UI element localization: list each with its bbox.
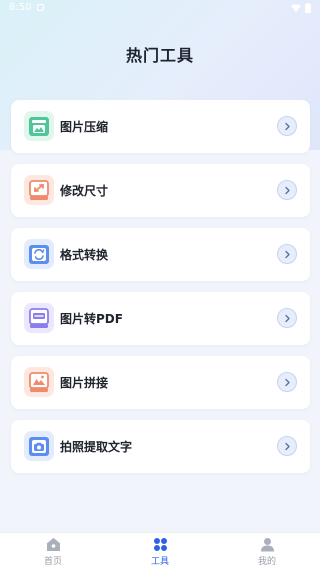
tool-label: 拍照提取文字 (60, 440, 133, 454)
tool-card-image-compress[interactable]: 图片压缩 (11, 100, 310, 153)
tool-label: 格式转换 (60, 248, 109, 262)
status-time: 8:50 (9, 2, 32, 13)
tool-label: 图片转PDF (60, 312, 123, 326)
photo-ocr-icon (24, 431, 54, 461)
tool-label: 修改尺寸 (60, 184, 109, 198)
tool-card-resize[interactable]: 修改尺寸 (11, 164, 310, 217)
tab-tools[interactable]: 工具 (130, 537, 190, 567)
wifi-icon (291, 4, 301, 12)
bottom-tab-bar: 首页 工具 我的 (0, 532, 320, 569)
tools-grid-icon (153, 537, 168, 552)
image-stitch-icon (24, 367, 54, 397)
status-indicators (291, 3, 311, 13)
tab-home[interactable]: 首页 (23, 537, 83, 567)
chevron-right-icon[interactable] (277, 116, 297, 136)
image-compress-icon (24, 111, 54, 141)
chevron-right-icon[interactable] (277, 244, 297, 264)
tab-label: 我的 (257, 557, 276, 567)
tool-card-photo-ocr[interactable]: 拍照提取文字 (11, 420, 310, 473)
image-to-pdf-icon (24, 303, 54, 333)
tool-card-image-stitch[interactable]: 图片拼接 (11, 356, 310, 409)
tab-label: 工具 (150, 557, 169, 567)
tool-card-format-convert[interactable]: 格式转换 (11, 228, 310, 281)
tab-label: 首页 (43, 557, 62, 567)
resize-icon (24, 175, 54, 205)
battery-icon (305, 3, 311, 13)
tool-label: 图片拼接 (60, 376, 109, 390)
chevron-right-icon[interactable] (277, 372, 297, 392)
page-title: 热门工具 (125, 46, 194, 65)
profile-icon (260, 537, 275, 552)
format-convert-icon (24, 239, 54, 269)
home-icon (46, 537, 61, 552)
tab-profile[interactable]: 我的 (237, 537, 297, 567)
chevron-right-icon[interactable] (277, 180, 297, 200)
status-bar: 8:50 (0, 0, 320, 16)
chevron-right-icon[interactable] (277, 436, 297, 456)
chevron-right-icon[interactable] (277, 308, 297, 328)
tool-card-image-to-pdf[interactable]: 图片转PDF (11, 292, 310, 345)
tool-label: 图片压缩 (60, 120, 109, 134)
notification-icon (37, 4, 44, 11)
